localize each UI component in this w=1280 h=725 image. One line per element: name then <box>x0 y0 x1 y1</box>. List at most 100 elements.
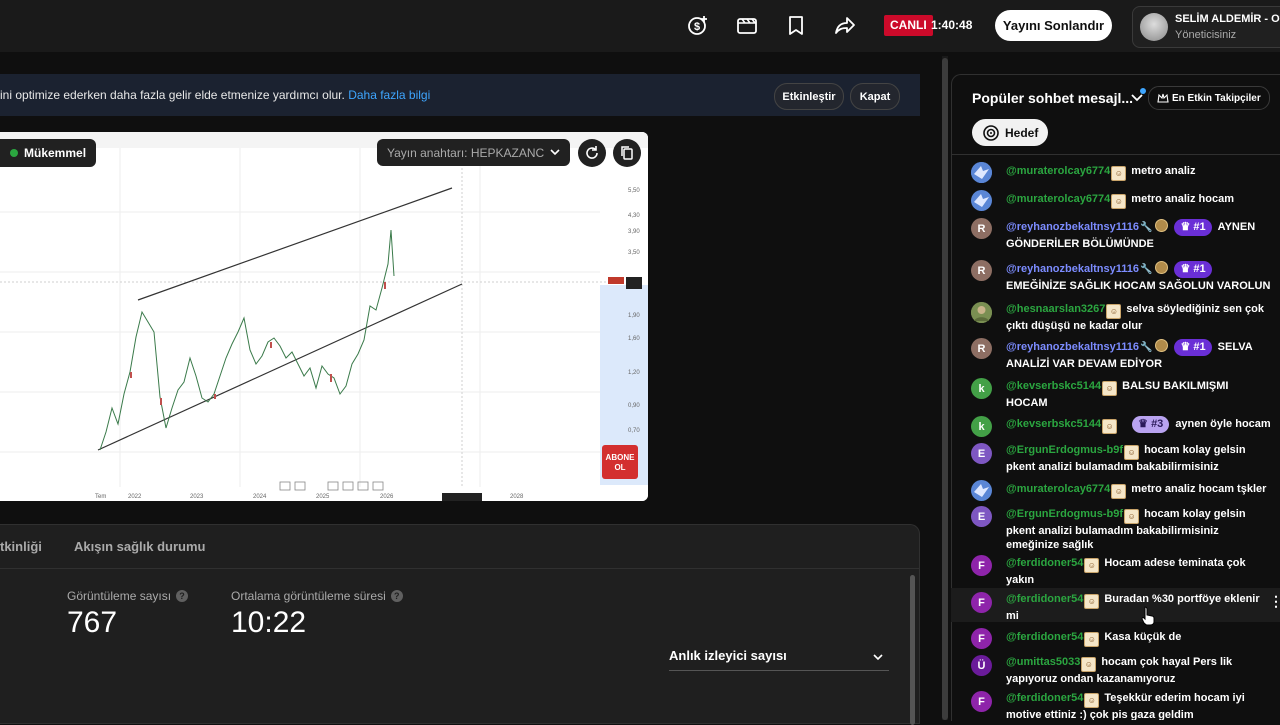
chat-author[interactable]: @reyhanozbekaltnsy1116 <box>1006 341 1139 353</box>
chat-message[interactable]: R @reyhanozbekaltnsy1116🔧 ♛ #1 EMEĞİNİZE S… <box>951 260 1280 296</box>
chat-message-text: @ErgunErdogmus-b9f ☺ hocam kolay gelsin pk… <box>1006 507 1271 552</box>
chat-message[interactable]: @muraterolcay6774 ☺ metro analiz hocam <box>951 190 1280 211</box>
close-banner-button[interactable]: Kapat <box>850 83 900 110</box>
rank-text: #1 <box>1193 341 1206 353</box>
chat-message[interactable]: k @kevserbskc5144 ☺ ♛ #3 aynen öyle hocam <box>951 416 1280 437</box>
avatar-initial: F <box>978 695 985 708</box>
avatar-initial: F <box>978 596 985 609</box>
chat-message[interactable]: F @ferdidoner54 ☺ Hocam adese teminata çok… <box>951 555 1280 587</box>
avatar: F <box>971 555 992 576</box>
avatar <box>971 190 992 211</box>
avatar-initial: E <box>977 510 986 523</box>
divider <box>0 568 919 569</box>
chat-message[interactable]: @hesnaarslan3267 ☺ selva söylediğiniz sen … <box>951 302 1280 332</box>
wrench-icon: 🔧 <box>1140 342 1153 353</box>
chat-message[interactable]: E @ErgunErdogmus-b9f ☺ hocam kolay gelsin … <box>951 443 1280 473</box>
chat-message-text: @umittas5033 ☺ hocam çok hayal Pers lik ya… <box>1006 655 1271 686</box>
analytics-scrollbar[interactable] <box>910 575 915 725</box>
avatar <box>971 302 992 323</box>
chat-message[interactable]: R @reyhanozbekaltnsy1116🔧 ♛ #1 AYNEN GÖNDE… <box>951 218 1280 254</box>
svg-text:2024: 2024 <box>253 494 267 500</box>
chat-author[interactable]: @ErgunErdogmus-b9f <box>1006 444 1123 456</box>
stream-preview[interactable]: 5,50 4,30 3,90 3,50 1,90 1,60 1,20 0,90 0,70 Tem… <box>0 132 648 501</box>
learn-more-link[interactable]: Daha fazla bilgi <box>348 88 430 102</box>
avatar <box>971 480 992 501</box>
channel-switcher[interactable]: SELİM ALDEMİR - Of Yöneticisiniz <box>1132 6 1280 48</box>
svg-text:1,20: 1,20 <box>628 370 640 376</box>
chat-message[interactable]: F @ferdidoner54 ☺ Kasa küçük de <box>951 628 1280 649</box>
chat-author[interactable]: @reyhanozbekaltnsy1116 <box>1006 263 1139 275</box>
chat-message[interactable]: R @reyhanozbekaltnsy1116🔧 ♛ #1 SELVA ANALİ… <box>951 338 1280 374</box>
avatar: Ü <box>971 655 992 676</box>
chat-message[interactable]: k @kevserbskc5144 ☺ BALSU BAKILMIŞMI HOCAM <box>951 378 1280 409</box>
chat-author[interactable]: @ferdidoner54 <box>1006 593 1083 605</box>
avatar: E <box>971 443 992 464</box>
chat-author[interactable]: @muraterolcay6774 <box>1006 193 1110 205</box>
chat-author[interactable]: @ferdidoner54 <box>1006 692 1083 704</box>
svg-text:2025: 2025 <box>316 494 330 500</box>
metric-select[interactable]: Anlık izleyici sayısı <box>669 648 889 671</box>
chat-author[interactable]: @reyhanozbekaltnsy1116 <box>1006 221 1139 233</box>
chat-author[interactable]: @muraterolcay6774 <box>1006 165 1110 177</box>
chat-author[interactable]: @muraterolcay6774 <box>1006 483 1110 495</box>
svg-text:2028: 2028 <box>510 494 524 500</box>
chat-author[interactable]: @ferdidoner54 <box>1006 557 1083 569</box>
rank-badge: ♛ #1 <box>1174 219 1212 236</box>
chat-more-icon[interactable]: ⋮ <box>1274 89 1280 106</box>
views-value: 767 <box>67 606 118 639</box>
chat-message[interactable]: F @ferdidoner54 ☺ Buradan %30 portföye ekl… <box>951 588 1280 622</box>
member-badge-icon: ☺ <box>1102 381 1118 396</box>
avatar: R <box>971 338 992 359</box>
help-icon[interactable]: ? <box>176 590 189 602</box>
chat-author[interactable]: @kevserbskc5144 <box>1006 380 1101 392</box>
member-badge-icon: ☺ <box>1124 445 1140 460</box>
help-icon[interactable]: ? <box>390 590 403 602</box>
copy-button[interactable] <box>613 139 641 167</box>
subscribe-overlay-badge: ABONE OL <box>602 445 638 479</box>
monetization-icon[interactable]: $ <box>685 12 711 38</box>
refresh-button[interactable] <box>578 139 606 167</box>
chat-author[interactable]: @hesnaarslan3267 <box>1006 303 1105 315</box>
chat-message[interactable]: Ü @umittas5033 ☺ hocam çok hayal Pers lik … <box>951 655 1280 685</box>
tab-stream-health[interactable]: Akışın sağlık durumu <box>74 539 205 554</box>
end-stream-button[interactable]: Yayını Sonlandır <box>995 10 1112 41</box>
chat-message[interactable]: @muraterolcay6774 ☺ metro analiz hocam tşk… <box>951 480 1280 501</box>
chat-body: aynen öyle hocam <box>1175 418 1271 430</box>
avatar: E <box>971 506 992 527</box>
chat-message-text: @muraterolcay6774 ☺ metro analiz <box>1006 164 1271 181</box>
avatar <box>971 162 992 183</box>
chat-message-text: @ferdidoner54 ☺ Hocam adese teminata çok y… <box>1006 556 1271 587</box>
chat-author[interactable]: @ErgunErdogmus-b9f <box>1006 508 1123 520</box>
chat-author[interactable]: @umittas5033 <box>1006 656 1080 668</box>
stream-key-select[interactable]: Yayın anahtarı: HEPKAZANC <box>377 139 570 166</box>
rank-badge: ♛ #1 <box>1174 339 1212 356</box>
svg-text:2023: 2023 <box>190 494 204 500</box>
chat-message[interactable]: F @ferdidoner54 ☺ Teşekkür ederim hocam iy… <box>951 691 1280 720</box>
chat-message-text: @ErgunErdogmus-b9f ☺ hocam kolay gelsin pk… <box>1006 443 1271 474</box>
chat-body: metro analiz <box>1131 165 1196 177</box>
chat-author[interactable]: @kevserbskc5144 <box>1006 418 1101 430</box>
avg-watch-label-row: Ortalama görüntüleme süresi ? <box>231 589 403 603</box>
share-icon[interactable] <box>832 12 858 38</box>
chat-message[interactable]: @muraterolcay6774 ☺ metro analiz <box>951 162 1280 183</box>
chat-author[interactable]: @ferdidoner54 <box>1006 631 1083 643</box>
status-dot-icon <box>10 149 18 157</box>
bookmark-icon[interactable] <box>783 12 809 38</box>
clapperboard-icon[interactable] <box>734 12 760 38</box>
rank-badge: ♛ #3 <box>1132 416 1170 433</box>
svg-text:2022: 2022 <box>128 494 142 500</box>
message-more-icon[interactable]: ⋮ <box>1269 593 1280 610</box>
chat-mode-title[interactable]: Popüler sohbet mesajl... <box>972 90 1133 106</box>
goal-button[interactable]: Hedef <box>972 119 1049 146</box>
tab-activity[interactable]: tkinliği <box>0 539 42 554</box>
overlay-badge-line2: OL <box>614 463 626 472</box>
avatar-initial: R <box>977 264 986 277</box>
chat-message-text: @reyhanozbekaltnsy1116🔧 ♛ #1 EMEĞİNİZE SAĞ… <box>1006 261 1271 295</box>
chat-message[interactable]: E @ErgunErdogmus-b9f ☺ hocam kolay gelsin … <box>951 506 1280 552</box>
top-fans-button[interactable]: En Etkin Takipçiler <box>1148 86 1270 110</box>
chat-body: EMEĞİNİZE SAĞLIK HOCAM SAĞOLUN VAROLUN <box>1006 280 1271 292</box>
engage-button[interactable]: Etkinleştir <box>774 83 844 110</box>
avatar: k <box>971 378 992 399</box>
avatar: F <box>971 691 992 712</box>
main-scrollbar[interactable] <box>942 58 948 720</box>
